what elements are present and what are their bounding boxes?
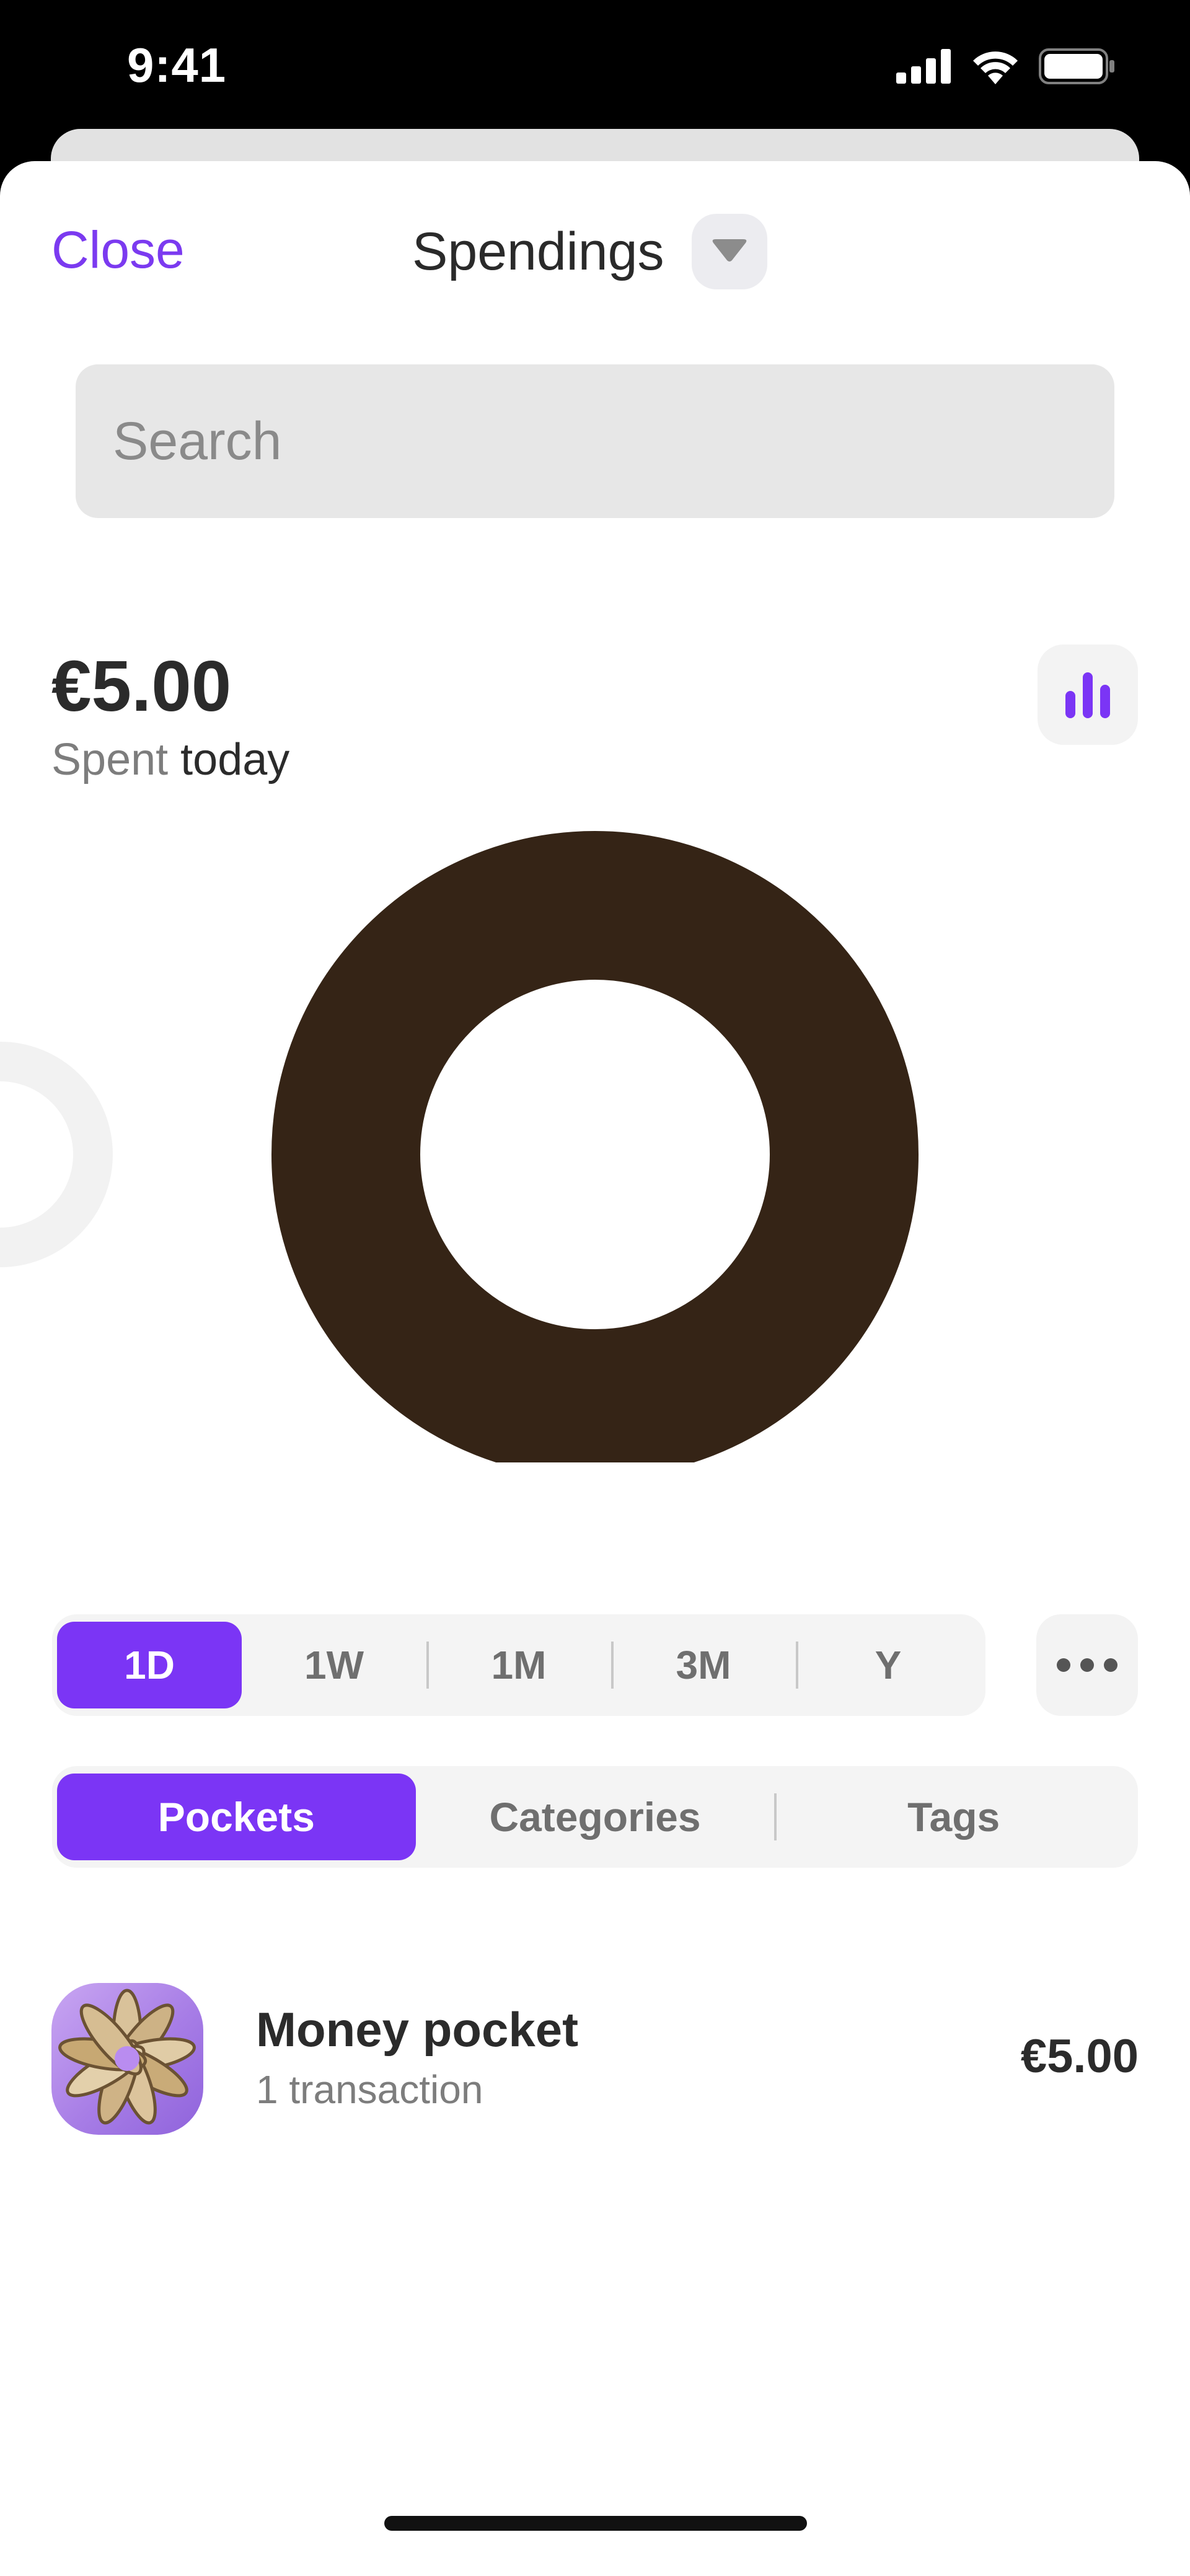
home-indicator[interactable]	[384, 2516, 807, 2531]
chevron-down-icon	[713, 239, 747, 262]
wifi-icon	[973, 51, 1018, 84]
period-tab-1d[interactable]: 1D	[57, 1622, 242, 1708]
spent-amount: €5.00	[51, 646, 232, 726]
status-bar: 9:41	[0, 0, 1190, 143]
spendings-sheet: Close Spendings €5.00 Spent today 1D1W1M…	[0, 161, 1190, 2576]
close-button[interactable]: Close	[51, 220, 185, 280]
cellular-signal-icon	[896, 49, 951, 84]
group-tab-pockets[interactable]: Pockets	[57, 1774, 416, 1860]
period-tab-1m[interactable]: 1M	[426, 1622, 611, 1708]
previous-period-donut	[0, 1042, 113, 1267]
battery-icon	[1039, 48, 1114, 84]
chart-toggle-button[interactable]	[1038, 644, 1138, 745]
donut-slice-money-pocket	[271, 831, 919, 1462]
more-button[interactable]	[1036, 1614, 1138, 1716]
pocket-transaction-count: 1 transaction	[256, 2067, 483, 2112]
group-tab-tags[interactable]: Tags	[774, 1774, 1133, 1860]
pocket-amount: €5.00	[1020, 2030, 1139, 2083]
status-icons	[896, 48, 1116, 84]
group-tab-categories[interactable]: Categories	[416, 1774, 775, 1860]
pocket-emblem-icon	[58, 1989, 196, 2125]
period-selector: 1D 1W 1M 3M Y	[52, 1614, 985, 1716]
title-dropdown-button[interactable]	[692, 214, 768, 289]
title-group: Spendings	[412, 214, 768, 289]
status-time: 9:41	[127, 38, 227, 92]
bar-chart-icon	[1065, 672, 1110, 718]
page-title: Spendings	[412, 221, 664, 281]
grouping-selector: Pockets Categories Tags	[52, 1766, 1138, 1868]
spent-label-muted: Spent	[51, 735, 169, 785]
period-tab-1w[interactable]: 1W	[242, 1622, 426, 1708]
donut-slices	[271, 831, 919, 1462]
search-input[interactable]	[76, 364, 1114, 518]
more-horizontal-icon	[1057, 1658, 1117, 1672]
spent-label: Spent today	[51, 734, 289, 785]
spent-label-period: today	[180, 735, 290, 785]
spending-donut-chart	[0, 831, 919, 1462]
period-tab-y[interactable]: Y	[796, 1622, 981, 1708]
pocket-avatar	[51, 1983, 203, 2135]
pocket-name: Money pocket	[256, 2002, 579, 2057]
period-tab-3m[interactable]: 3M	[611, 1622, 796, 1708]
pocket-row[interactable]: Money pocket 1 transaction €5.00	[51, 1983, 1139, 2138]
